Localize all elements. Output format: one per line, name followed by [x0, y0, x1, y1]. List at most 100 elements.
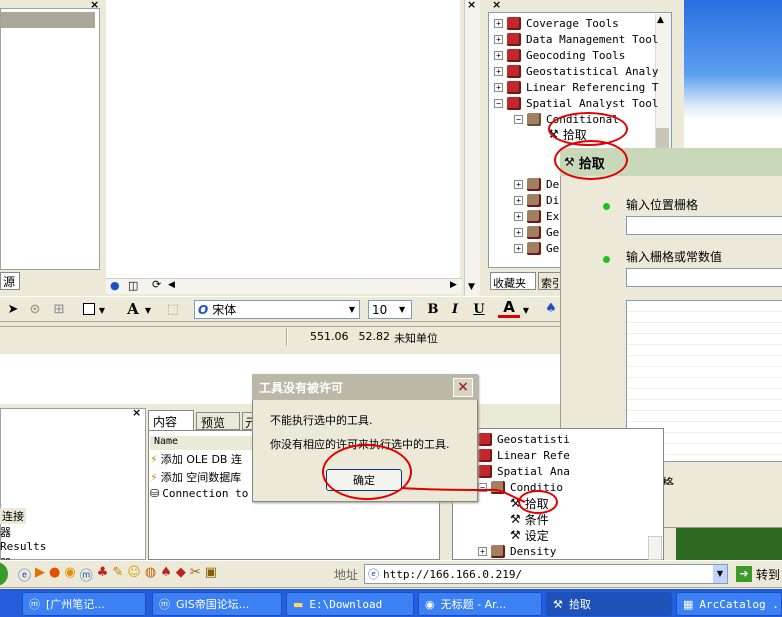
rotate-icon[interactable]: ⊙: [24, 299, 46, 319]
taskbar-item[interactable]: ⓜ [广州笔记...: [22, 592, 146, 616]
edit-icon[interactable]: ✎: [112, 565, 123, 584]
taskbar-item[interactable]: ⓜ GIS帝国论坛...: [152, 592, 282, 616]
toolbox-item[interactable]: + Coverage Tools: [494, 15, 619, 31]
apps-icon[interactable]: ◆: [176, 565, 186, 584]
expander-icon[interactable]: +: [514, 211, 523, 221]
toolset-item[interactable]: + De: [514, 176, 559, 192]
bottom-left-close-icon[interactable]: ×: [132, 406, 141, 419]
toolbox-item[interactable]: + Geocoding Tools: [494, 47, 625, 63]
ie-icon[interactable]: ⓔ: [18, 565, 31, 584]
alert-titlebar[interactable]: 工具没有被许可: [252, 374, 478, 400]
catalog-tab-contents[interactable]: 内容: [148, 410, 194, 430]
text-tool-icon[interactable]: A: [122, 299, 144, 319]
qq-icon[interactable]: ◉: [64, 565, 75, 584]
taskbar-item[interactable]: ▦ ArcCatalog ...: [676, 592, 782, 616]
layout-tab-icon[interactable]: ◫: [128, 279, 138, 292]
font-select[interactable]: Ο 宋体 ▼: [194, 300, 360, 319]
taskbar-item[interactable]: ▬ E:\Download: [286, 592, 414, 616]
toolbox-close-icon[interactable]: ×: [492, 0, 501, 11]
underline-button[interactable]: U: [468, 299, 490, 319]
firefox-icon[interactable]: ●: [49, 565, 60, 584]
chat-icon[interactable]: ◍: [145, 565, 156, 584]
expander-icon[interactable]: +: [494, 82, 503, 92]
toolbox-item[interactable]: + Data Management Tool: [494, 31, 658, 47]
catalog-row[interactable]: ⚡ 添加 空间数据库: [150, 469, 260, 485]
toolbox-item[interactable]: + Linear Referencing T: [494, 79, 658, 95]
catalog-tab-preview[interactable]: 预览: [196, 412, 240, 430]
font-size-select[interactable]: 10 ▼: [368, 300, 412, 319]
toolbox-tab-favorites[interactable]: 收藏夹: [490, 272, 536, 290]
font-color-button[interactable]: A: [498, 298, 520, 318]
bottom-left-item[interactable]: 器: [0, 524, 11, 540]
left-panel-close-icon[interactable]: ×: [90, 0, 102, 11]
media-player-icon[interactable]: ▶: [35, 565, 45, 584]
address-field[interactable]: ⓔ http://166.166.0.219/ ▼: [364, 564, 728, 584]
taskbar-item[interactable]: ◉ 无标题 - Ar...: [418, 592, 542, 616]
catalog-row[interactable]: ⚡ 添加 OLE DB 连: [150, 451, 260, 467]
go-button[interactable]: ➜ 转到: [736, 564, 782, 584]
scroll-right-icon[interactable]: ▶: [450, 280, 457, 290]
coord-unit: 未知单位: [394, 332, 438, 345]
alert-close-button[interactable]: ×: [453, 378, 473, 397]
map-view[interactable]: [106, 0, 460, 278]
bottom-tree-density[interactable]: + Density: [478, 543, 556, 559]
expander-icon[interactable]: −: [514, 114, 523, 124]
expander-icon[interactable]: +: [514, 179, 523, 189]
bottom-tree-scrollbar[interactable]: [648, 536, 662, 560]
rectangle-dropdown-icon[interactable]: ▼: [96, 300, 108, 320]
bold-button[interactable]: B: [422, 299, 444, 319]
toolset-item[interactable]: + Di: [514, 192, 559, 208]
tools-icon[interactable]: ✂: [190, 565, 201, 584]
fill-color-icon[interactable]: ♠: [540, 298, 562, 318]
catalog-row[interactable]: ⛁ Connection to: [150, 487, 260, 500]
expander-icon[interactable]: +: [494, 34, 503, 44]
expander-icon[interactable]: +: [494, 66, 503, 76]
toolbox-scroll-up-icon[interactable]: ▲: [657, 15, 664, 25]
toolbox-item[interactable]: + Geostatistical Analy: [494, 63, 658, 79]
bottom-tool-set[interactable]: ⚒ 设定: [510, 527, 549, 543]
edit-vertices-icon[interactable]: ⬚: [162, 299, 184, 319]
refresh-icon[interactable]: ⟳: [152, 278, 161, 291]
map-close-icon[interactable]: ×: [467, 0, 476, 11]
chevron-down-icon[interactable]: ▼: [713, 565, 727, 583]
expander-icon[interactable]: +: [494, 18, 503, 28]
bottom-left-item[interactable]: Results: [0, 540, 46, 553]
mushroom-icon[interactable]: ♠: [160, 565, 172, 584]
toolset-item[interactable]: + Ge: [514, 224, 559, 240]
maxthon-icon[interactable]: ⓜ: [80, 565, 93, 584]
select-arrow-icon[interactable]: ➤: [2, 299, 24, 319]
toolbox-scroll-thumb[interactable]: [656, 128, 669, 148]
status-bar: [0, 326, 560, 348]
expander-icon[interactable]: +: [514, 243, 523, 253]
input-raster-field[interactable]: [626, 268, 782, 287]
toolset-item[interactable]: + Ge: [514, 240, 559, 256]
app-icon[interactable]: ♣: [97, 565, 109, 584]
expander-icon[interactable]: +: [514, 195, 523, 205]
input-location-raster-field[interactable]: [626, 216, 782, 235]
italic-button[interactable]: I: [444, 299, 466, 319]
taskbar-item-active[interactable]: ⚒ 拾取: [546, 592, 672, 616]
left-panel-selection[interactable]: [1, 12, 95, 28]
globe-tab-icon[interactable]: ●: [110, 279, 120, 292]
expander-icon[interactable]: −: [494, 98, 503, 108]
map-view-scrollbar-v[interactable]: [464, 0, 480, 296]
text-dropdown-icon[interactable]: ▼: [142, 300, 154, 320]
font-color-dropdown-icon[interactable]: ▼: [520, 300, 532, 320]
chevron-down-icon[interactable]: ▼: [399, 305, 411, 314]
zoom-to-selected-icon[interactable]: ⊞: [48, 299, 70, 319]
left-panel-tab[interactable]: 源: [0, 272, 20, 290]
toolbox-item[interactable]: − Spatial Analyst Tool: [494, 95, 658, 111]
column-header-name[interactable]: Name: [150, 436, 260, 450]
bottom-tree-item[interactable]: Linear Refe: [478, 447, 570, 463]
map-scroll-down-icon[interactable]: ▼: [468, 282, 475, 292]
expander-icon[interactable]: +: [478, 546, 487, 556]
toolset-item[interactable]: + Ex: [514, 208, 559, 224]
bottom-tree-item[interactable]: Geostatisti: [478, 431, 570, 447]
smile-icon[interactable]: ☺: [127, 565, 141, 584]
expander-icon[interactable]: +: [514, 227, 523, 237]
chevron-down-icon[interactable]: ▼: [345, 305, 359, 314]
clipboard-icon[interactable]: ▣: [205, 565, 217, 584]
bottom-left-item[interactable]: 连接: [0, 508, 26, 524]
scroll-left-icon[interactable]: ◀: [168, 280, 175, 290]
expander-icon[interactable]: +: [494, 50, 503, 60]
